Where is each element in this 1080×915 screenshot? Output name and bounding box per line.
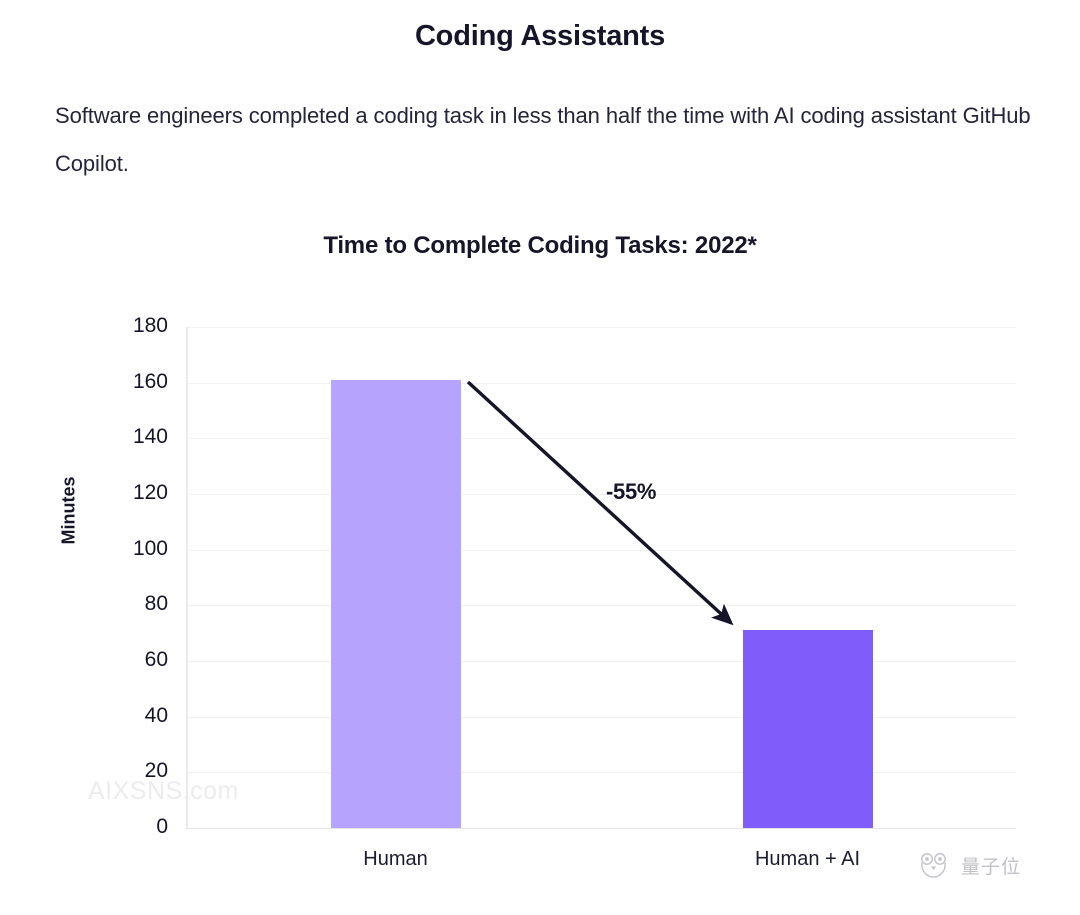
gridline (187, 327, 1016, 328)
x-axis-category-label: Human + AI (754, 848, 861, 870)
bar-human[interactable] (330, 379, 461, 828)
y-axis-tick-label: 0 (156, 815, 168, 838)
y-axis-tick-label: 60 (144, 648, 168, 671)
bar-human-ai[interactable] (742, 630, 873, 828)
gridline (187, 549, 1016, 551)
gridline (187, 382, 1016, 384)
y-axis-tick-label: 140 (132, 425, 168, 449)
site-watermark: AIXSNS.com (88, 777, 239, 805)
brand-watermark: 量子位 (916, 850, 1021, 880)
gridline (187, 605, 1016, 607)
gridline (187, 772, 1016, 774)
y-axis-tick-label: 80 (144, 592, 168, 616)
gridline (187, 494, 1016, 495)
brand-watermark-text: 量子位 (961, 856, 1022, 878)
y-axis-tick-label: 120 (132, 481, 168, 504)
gridline (187, 828, 1016, 829)
gridline (187, 716, 1016, 718)
y-axis-tick-label: 180 (132, 314, 168, 337)
y-axis-tick-label: 160 (132, 369, 168, 393)
gridline (187, 438, 1016, 440)
plot-area (187, 327, 1016, 829)
gridline (187, 661, 1016, 662)
qbitai-owl-logo-icon (921, 853, 946, 878)
percent-change-label: -55% (606, 479, 657, 504)
x-axis-category-label: Human (363, 848, 428, 870)
y-axis-tick-label: 40 (144, 703, 168, 727)
y-axis-tick-label: 100 (132, 536, 168, 560)
